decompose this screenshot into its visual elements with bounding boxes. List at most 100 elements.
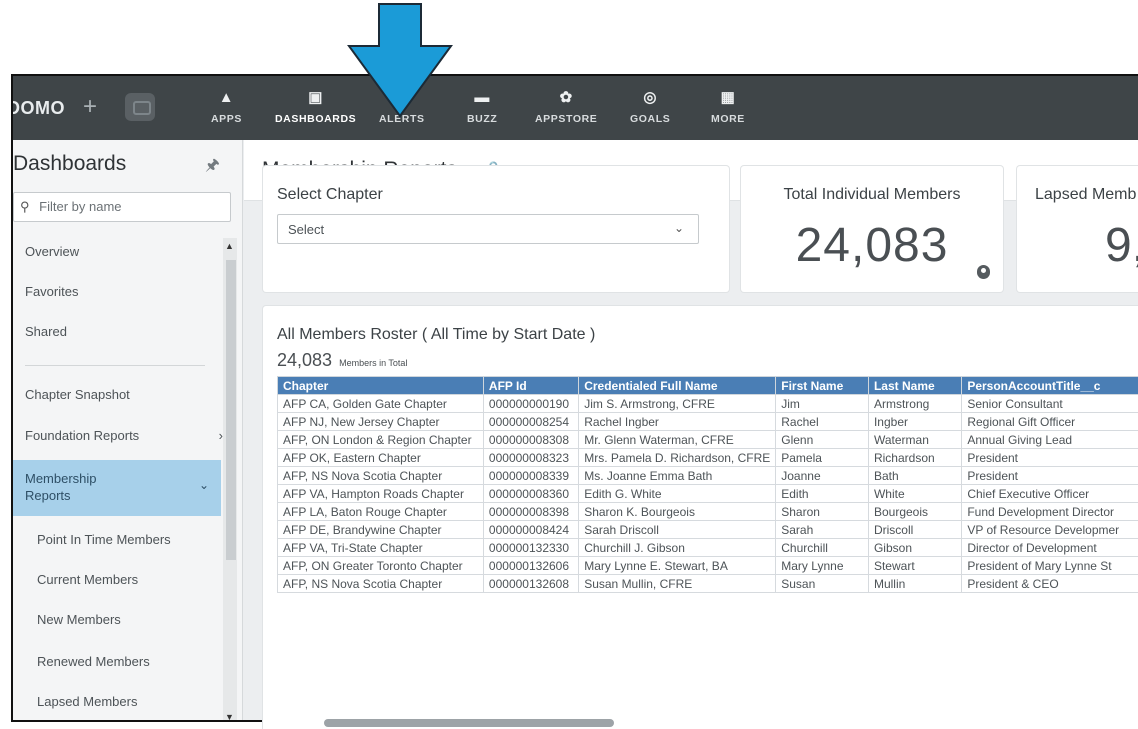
chapter-select[interactable]: Select ⌄ bbox=[277, 214, 699, 244]
filter-input[interactable]: ⚲ Filter by name bbox=[13, 192, 231, 222]
table-cell: Glenn bbox=[775, 430, 869, 449]
table-row[interactable]: AFP DE, Brandywine Chapter 000000008424 Sa… bbox=[277, 520, 1138, 539]
table-row[interactable]: AFP CA, Golden Gate Chapter 000000000190 J… bbox=[277, 394, 1138, 413]
table-cell: President of Mary Lynne St bbox=[961, 556, 1138, 575]
table-horizontal-scrollbar[interactable] bbox=[324, 719, 614, 727]
lapsed-members-value: 9,( bbox=[1105, 219, 1138, 272]
assistant-bot-icon[interactable] bbox=[125, 93, 155, 121]
table-row[interactable]: AFP, ON London & Region Chapter 000000008… bbox=[277, 430, 1138, 449]
dashboard-icon: ▣ bbox=[308, 89, 324, 106]
table-header-row: Chapter AFP Id Credentialed Full Name Fi… bbox=[277, 376, 1138, 395]
table-cell: Ingber bbox=[867, 412, 963, 431]
table-cell: AFP NJ, New Jersey Chapter bbox=[277, 412, 484, 431]
domo-logo[interactable]: DOMO bbox=[13, 98, 65, 119]
table-cell: 000000008424 bbox=[482, 520, 580, 539]
appstore-icon: ✿ bbox=[559, 89, 573, 106]
card-title: Total Individual Members bbox=[783, 186, 961, 203]
sidebar-subitem-new[interactable]: New Members bbox=[37, 612, 121, 627]
table-cell: AFP VA, Tri-State Chapter bbox=[277, 538, 484, 557]
column-header[interactable]: Credentialed Full Name bbox=[578, 376, 777, 395]
table-cell: Armstrong bbox=[867, 394, 963, 413]
sidebar-item-favorites[interactable]: Favorites bbox=[25, 284, 233, 299]
sidebar-item-label: Membership Reports bbox=[25, 471, 97, 503]
select-value: Select bbox=[288, 222, 325, 237]
table-cell: Regional Gift Officer bbox=[961, 412, 1138, 431]
table-cell: Churchill J. Gibson bbox=[578, 538, 777, 557]
table-row[interactable]: AFP OK, Eastern Chapter 000000008323 Mrs. … bbox=[277, 448, 1138, 467]
sidebar-divider bbox=[25, 365, 205, 366]
sidebar-subitem-point-in-time[interactable]: Point In Time Members bbox=[37, 532, 171, 547]
column-header[interactable]: PersonAccountTitle__c bbox=[961, 376, 1138, 395]
table-cell: AFP, ON Greater Toronto Chapter bbox=[277, 556, 484, 575]
sidebar-item-shared[interactable]: Shared bbox=[25, 324, 233, 339]
table-row[interactable]: AFP, ON Greater Toronto Chapter 000000132… bbox=[277, 556, 1138, 575]
sidebar-scroll-thumb[interactable] bbox=[226, 260, 236, 560]
table-cell: Mrs. Pamela D. Richardson, CFRE bbox=[578, 448, 777, 467]
rocket-icon: ▲ bbox=[218, 89, 235, 106]
table-body: AFP CA, Golden Gate Chapter 000000000190 J… bbox=[277, 394, 1138, 593]
nav-dashboards[interactable]: ▣ DASHBOARDS bbox=[275, 88, 356, 125]
sidebar-subitem-current[interactable]: Current Members bbox=[37, 572, 138, 587]
table-cell: Pamela bbox=[775, 448, 869, 467]
table-row[interactable]: AFP, NS Nova Scotia Chapter 000000132608 S… bbox=[277, 574, 1138, 593]
table-cell: Sarah Driscoll bbox=[578, 520, 777, 539]
column-header[interactable]: First Name bbox=[775, 376, 869, 395]
sidebar-item-foundation-reports[interactable]: Foundation Reports › bbox=[25, 428, 233, 443]
table-cell: 000000008339 bbox=[482, 466, 580, 485]
sidebar-subitem-lapsed[interactable]: Lapsed Members bbox=[37, 694, 137, 709]
table-cell: AFP VA, Hampton Roads Chapter bbox=[277, 484, 484, 503]
table-cell: 000000000190 bbox=[482, 394, 580, 413]
table-cell: Churchill bbox=[775, 538, 869, 557]
nav-appstore[interactable]: ✿ APPSTORE bbox=[535, 88, 597, 125]
table-cell: 000000132606 bbox=[482, 556, 580, 575]
table-cell: 000000008308 bbox=[482, 430, 580, 449]
grid-icon: ▦ bbox=[720, 89, 736, 106]
table-cell: 000000132330 bbox=[482, 538, 580, 557]
table-cell: AFP, NS Nova Scotia Chapter bbox=[277, 466, 484, 485]
table-cell: Susan Mullin, CFRE bbox=[578, 574, 777, 593]
sidebar-subitem-renewed[interactable]: Renewed Members bbox=[37, 654, 150, 669]
table-cell: Rachel Ingber bbox=[578, 412, 777, 431]
table-row[interactable]: AFP, NS Nova Scotia Chapter 000000008339 M… bbox=[277, 466, 1138, 485]
sidebar-item-overview[interactable]: Overview bbox=[25, 244, 233, 259]
sidebar-title: Dashboards bbox=[13, 152, 127, 175]
column-header[interactable]: AFP Id bbox=[482, 376, 580, 395]
chat-icon: ▬ bbox=[474, 89, 490, 106]
scroll-down-icon[interactable]: ▼ bbox=[225, 712, 234, 720]
table-cell: Rachel bbox=[775, 412, 869, 431]
add-button[interactable]: + bbox=[83, 93, 97, 121]
table-cell: Mullin bbox=[867, 574, 963, 593]
table-cell: Mr. Glenn Waterman, CFRE bbox=[578, 430, 777, 449]
table-cell: Sharon bbox=[775, 502, 869, 521]
table-cell: Jim bbox=[775, 394, 869, 413]
table-row[interactable]: AFP NJ, New Jersey Chapter 000000008254 Ra… bbox=[277, 412, 1138, 431]
table-cell: 000000008360 bbox=[482, 484, 580, 503]
nav-goals[interactable]: ◎ GOALS bbox=[630, 88, 670, 125]
nav-apps[interactable]: ▲ APPS bbox=[211, 88, 242, 125]
certified-shield-icon[interactable] bbox=[977, 265, 990, 279]
pin-icon[interactable]: 🖈 bbox=[205, 154, 220, 181]
top-nav: DOMO + ▲ APPS ▣ DASHBOARDS ▲ ALERTS ▬ BU… bbox=[13, 76, 1138, 140]
column-header[interactable]: Last Name bbox=[867, 376, 963, 395]
total-members-card: Total Individual Members 24,083 bbox=[741, 166, 1003, 292]
sidebar-item-membership-reports[interactable]: Membership Reports ⌄ bbox=[13, 460, 221, 516]
chevron-down-icon: ⌄ bbox=[198, 478, 209, 492]
select-chapter-card: Select Chapter Select ⌄ bbox=[263, 166, 729, 292]
table-cell: Director of Development bbox=[961, 538, 1138, 557]
table-cell: Driscoll bbox=[867, 520, 963, 539]
sidebar-item-label: Foundation Reports bbox=[25, 428, 140, 443]
card-title: All Members Roster ( All Time by Start D… bbox=[277, 326, 596, 343]
table-cell: Chief Executive Officer bbox=[961, 484, 1138, 503]
table-cell: Gibson bbox=[867, 538, 963, 557]
nav-buzz[interactable]: ▬ BUZZ bbox=[467, 88, 497, 125]
sidebar-item-chapter-snapshot[interactable]: Chapter Snapshot bbox=[25, 387, 233, 402]
table-row[interactable]: AFP VA, Tri-State Chapter 000000132330 Chu… bbox=[277, 538, 1138, 557]
column-header[interactable]: Chapter bbox=[277, 376, 484, 395]
table-cell: Susan bbox=[775, 574, 869, 593]
table-cell: White bbox=[867, 484, 963, 503]
table-row[interactable]: AFP VA, Hampton Roads Chapter 00000000836… bbox=[277, 484, 1138, 503]
table-row[interactable]: AFP LA, Baton Rouge Chapter 000000008398 S… bbox=[277, 502, 1138, 521]
members-roster-card: All Members Roster ( All Time by Start D… bbox=[263, 306, 1138, 729]
table-cell: Edith bbox=[775, 484, 869, 503]
nav-more[interactable]: ▦ MORE bbox=[711, 88, 745, 125]
